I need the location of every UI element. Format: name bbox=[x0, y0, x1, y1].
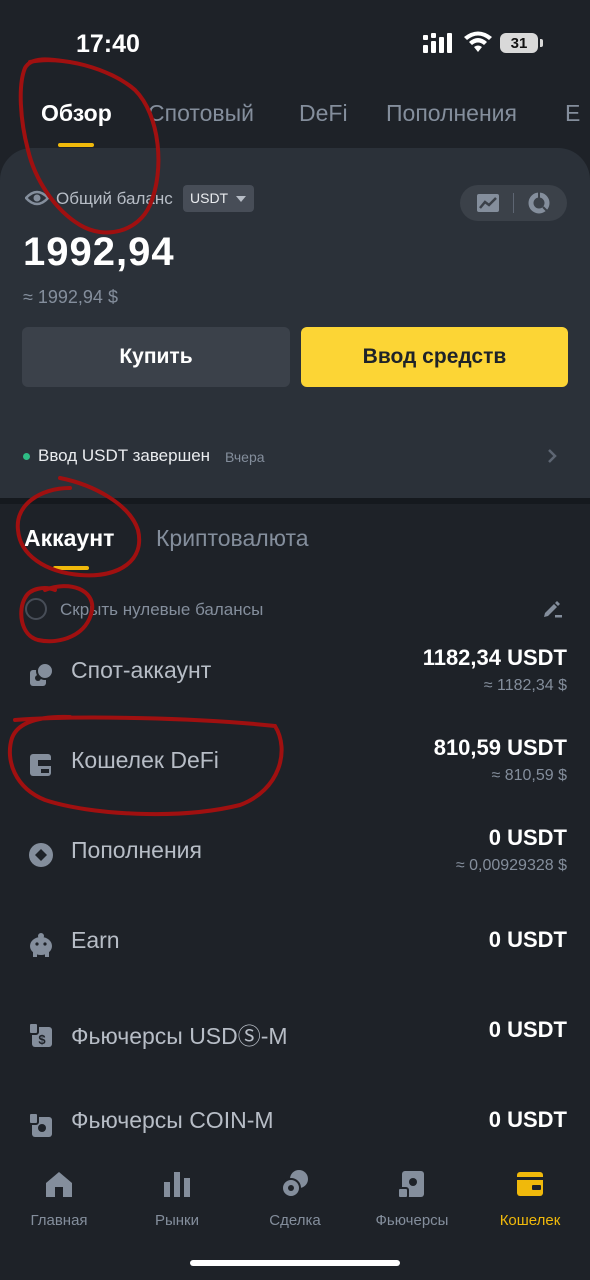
account-row-earn[interactable]: Earn 0 USDT bbox=[0, 927, 590, 1007]
tab-funding[interactable]: Пополнения bbox=[386, 100, 517, 127]
nav-label: Сделка bbox=[269, 1212, 321, 1229]
account-name: Кошелек DeFi bbox=[71, 747, 219, 773]
wallet-icon bbox=[517, 1172, 543, 1196]
tab-spot[interactable]: Спотовый bbox=[148, 100, 254, 127]
nav-wallet[interactable]: Кошелек bbox=[475, 1168, 585, 1229]
nav-label: Главная bbox=[30, 1212, 88, 1229]
account-value: 0 USDT bbox=[488, 1017, 567, 1042]
account-name: Фьючерсы COIN-M bbox=[71, 1107, 274, 1133]
notice-time: Вчера bbox=[225, 449, 265, 465]
funding-icon bbox=[29, 843, 53, 867]
nav-label: Фьючерсы bbox=[375, 1212, 449, 1229]
nav-markets[interactable]: Рынки bbox=[122, 1168, 232, 1229]
account-value: 810,59 USDT bbox=[433, 735, 567, 760]
line-chart-icon[interactable] bbox=[476, 193, 500, 213]
account-name: Пополнения bbox=[71, 837, 202, 863]
account-row-spot[interactable]: Спот-аккаунт 1182,34 USDT ≈ 1182,34 $ bbox=[0, 645, 590, 737]
account-name: Фьючерсы USDⓈ-M bbox=[71, 1023, 288, 1049]
home-icon bbox=[46, 1172, 72, 1197]
caret-down-icon bbox=[236, 196, 246, 202]
status-dot bbox=[23, 453, 30, 460]
account-value: 0 USDT bbox=[488, 825, 567, 850]
pie-chart-icon[interactable] bbox=[528, 192, 550, 214]
nav-trade[interactable]: Сделка bbox=[240, 1168, 350, 1229]
account-fiat: ≈ 810,59 $ bbox=[491, 767, 567, 784]
section-divider bbox=[0, 498, 590, 504]
tab-earn[interactable]: E bbox=[565, 100, 580, 127]
account-value: 0 USDT bbox=[488, 927, 567, 952]
defi-wallet-icon bbox=[30, 754, 51, 776]
deposit-button[interactable]: Ввод средств bbox=[301, 327, 568, 387]
edit-icon[interactable] bbox=[541, 598, 563, 620]
tab-crypto[interactable]: Криптовалюта bbox=[156, 525, 309, 552]
total-balance-value: 1992,94 bbox=[23, 230, 175, 274]
account-name: Спот-аккаунт bbox=[71, 657, 212, 683]
status-time: 17:40 bbox=[76, 30, 140, 58]
deposit-notice[interactable]: Ввод USDT завершен Вчера bbox=[0, 440, 590, 472]
account-value: 0 USDT bbox=[488, 1107, 567, 1132]
account-fiat: ≈ 0,00929328 $ bbox=[455, 857, 567, 874]
notice-text: Ввод USDT завершен bbox=[38, 446, 211, 465]
buy-button[interactable]: Купить bbox=[22, 327, 290, 387]
account-row-futures-usdm[interactable]: $ Фьючерсы USDⓈ-M 0 USDT bbox=[0, 1017, 590, 1097]
battery-icon: 31 bbox=[500, 33, 538, 53]
nav-label: Рынки bbox=[154, 1212, 199, 1229]
cellular-signal-icon bbox=[423, 33, 452, 53]
hide-zero-balances-toggle[interactable]: Скрыть нулевые балансы bbox=[25, 597, 545, 623]
futures-icon bbox=[397, 1171, 424, 1199]
account-name: Earn bbox=[71, 927, 120, 953]
nav-home[interactable]: Главная bbox=[4, 1168, 114, 1229]
tab-account[interactable]: Аккаунт bbox=[24, 525, 114, 552]
total-balance-fiat: ≈ 1992,94 $ bbox=[23, 287, 118, 307]
futures-coinm-icon bbox=[28, 1112, 52, 1137]
account-row-defi[interactable]: Кошелек DeFi 810,59 USDT ≈ 810,59 $ bbox=[0, 735, 590, 827]
nav-label: Кошелек bbox=[499, 1212, 561, 1229]
nav-futures[interactable]: Фьючерсы bbox=[357, 1168, 467, 1229]
chart-toggle bbox=[460, 185, 567, 221]
chevron-right-icon bbox=[548, 449, 557, 463]
battery-tip bbox=[540, 39, 543, 47]
futures-usdm-icon: $ bbox=[28, 1022, 52, 1047]
currency-select[interactable]: USDT bbox=[183, 185, 254, 212]
eye-icon[interactable] bbox=[25, 189, 49, 207]
account-value: 1182,34 USDT bbox=[422, 645, 567, 670]
toggle-divider bbox=[513, 193, 514, 213]
status-bar: 17:40 31 bbox=[0, 0, 590, 80]
home-indicator bbox=[190, 1260, 400, 1266]
spot-icon bbox=[30, 662, 54, 686]
total-balance-label: Общий баланс bbox=[56, 189, 173, 208]
account-row-funding[interactable]: Пополнения 0 USDT ≈ 0,00929328 $ bbox=[0, 825, 590, 917]
svg-text:$: $ bbox=[38, 1032, 46, 1047]
trade-icon bbox=[281, 1170, 308, 1198]
earn-icon bbox=[30, 933, 52, 957]
currency-value: USDT bbox=[190, 190, 229, 206]
tab-defi[interactable]: DeFi bbox=[299, 100, 348, 127]
account-fiat: ≈ 1182,34 $ bbox=[483, 677, 567, 694]
tab-overview[interactable]: Обзор bbox=[41, 100, 112, 127]
wifi-icon bbox=[464, 31, 492, 52]
top-tabs: Обзор Спотовый DeFi Пополнения E bbox=[0, 96, 590, 148]
tab-active-indicator bbox=[58, 143, 94, 147]
markets-icon bbox=[164, 1172, 190, 1197]
hide-zero-label: Скрыть нулевые балансы bbox=[60, 600, 264, 619]
hide-zero-radio[interactable] bbox=[25, 598, 47, 620]
sub-tab-active-indicator bbox=[53, 566, 89, 570]
